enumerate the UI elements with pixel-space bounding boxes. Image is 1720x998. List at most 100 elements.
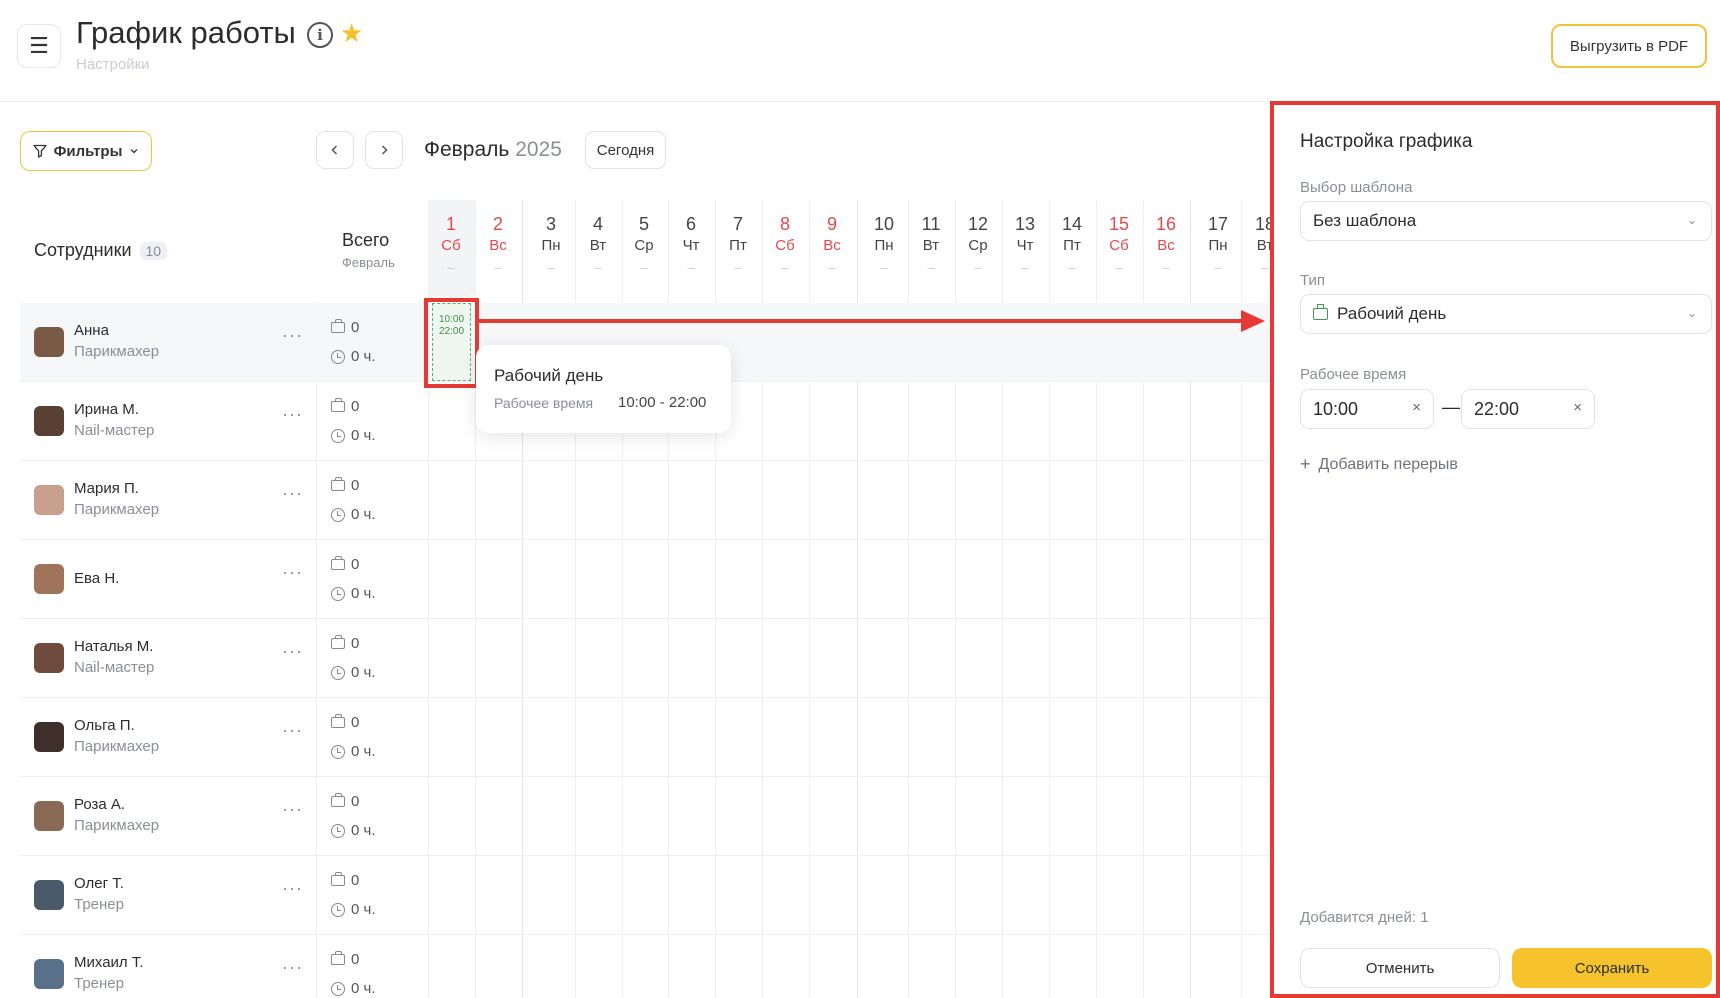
- more-icon[interactable]: ···: [282, 325, 303, 346]
- day-header-2[interactable]: 2 Вс –: [475, 212, 521, 275]
- day-header-5[interactable]: 5 Ср –: [621, 212, 667, 275]
- total-header-month: Февраль: [342, 255, 395, 270]
- shifts-stat: 0: [331, 793, 359, 810]
- shifts-stat: 0: [331, 319, 359, 336]
- employee-role: Парикмахер: [74, 738, 160, 755]
- day-header-1[interactable]: 1 Сб –: [428, 212, 474, 275]
- plus-icon: +: [1300, 454, 1311, 474]
- briefcase-icon: [331, 951, 345, 965]
- more-icon[interactable]: ···: [282, 641, 303, 662]
- employee-row[interactable]: Наталья М. Nail-мастер ··· 0 0 ч.: [20, 619, 1270, 698]
- hours-count: 0 ч.: [351, 980, 376, 997]
- more-icon[interactable]: ···: [282, 799, 303, 820]
- day-header-15[interactable]: 15 Сб –: [1096, 212, 1142, 275]
- employee-row[interactable]: Михаил Т. Тренер ··· 0 0 ч.: [20, 935, 1270, 998]
- next-month-button[interactable]: [365, 131, 403, 169]
- employee-row[interactable]: Мария П. Парикмахер ··· 0 0 ч.: [20, 461, 1270, 540]
- day-header-7[interactable]: 7 Пт –: [715, 212, 761, 275]
- star-icon[interactable]: ★: [340, 18, 363, 49]
- day-header-16[interactable]: 16 Вс –: [1143, 212, 1189, 275]
- tooltip-label: Рабочее время: [494, 395, 594, 411]
- day-header-14[interactable]: 14 Пт –: [1049, 212, 1095, 275]
- clock-icon: [331, 665, 345, 680]
- close-icon[interactable]: ×: [1412, 399, 1421, 416]
- time-end-input[interactable]: 22:00 ×: [1461, 389, 1595, 429]
- more-icon[interactable]: ···: [282, 957, 303, 978]
- day-weekday: Чт: [682, 237, 700, 254]
- employee-name: Наталья М.: [74, 638, 154, 655]
- day-placeholder: –: [974, 260, 982, 275]
- day-header-12[interactable]: 12 Ср –: [955, 212, 1001, 275]
- close-icon[interactable]: ×: [1573, 399, 1582, 416]
- breadcrumb[interactable]: Настройки: [76, 56, 150, 73]
- time-separator: —: [1442, 397, 1460, 417]
- filters-label: Фильтры: [53, 142, 123, 160]
- work-time-label: Рабочее время: [1300, 366, 1407, 383]
- day-header-13[interactable]: 13 Чт –: [1002, 212, 1048, 275]
- employee-role: Тренер: [74, 975, 124, 992]
- more-icon[interactable]: ···: [282, 562, 303, 583]
- more-icon[interactable]: ···: [282, 720, 303, 741]
- day-header-6[interactable]: 6 Чт –: [668, 212, 714, 275]
- export-pdf-button[interactable]: Выгрузить в PDF: [1551, 24, 1707, 68]
- day-weekday: Вт: [922, 237, 940, 254]
- day-header-9[interactable]: 9 Вс –: [809, 212, 855, 275]
- day-weekday: Сб: [1109, 237, 1129, 254]
- save-button[interactable]: Сохранить: [1512, 948, 1712, 988]
- shifts-stat: 0: [331, 872, 359, 889]
- day-placeholder: –: [1214, 260, 1222, 275]
- filter-icon: [32, 144, 47, 158]
- more-icon[interactable]: ···: [282, 404, 303, 425]
- hours-stat: 0 ч.: [331, 506, 376, 523]
- clock-icon: [331, 428, 345, 443]
- briefcase-icon: [331, 872, 345, 886]
- tooltip-value: 10:00 - 22:00: [618, 394, 707, 411]
- day-placeholder: –: [640, 260, 648, 275]
- hours-stat: 0 ч.: [331, 585, 376, 602]
- day-weekday: Чт: [1016, 237, 1034, 254]
- day-number: 14: [1061, 214, 1083, 234]
- day-number: 16: [1155, 214, 1177, 234]
- day-header-17[interactable]: 17 Пн –: [1195, 212, 1241, 275]
- employee-row[interactable]: Роза А. Парикмахер ··· 0 0 ч.: [20, 777, 1270, 856]
- employee-row[interactable]: Олег Т. Тренер ··· 0 0 ч.: [20, 856, 1270, 935]
- day-number: 5: [638, 214, 649, 234]
- clock-icon: [331, 902, 345, 917]
- tooltip-title: Рабочий день: [494, 366, 604, 385]
- prev-month-button[interactable]: [316, 131, 354, 169]
- briefcase-icon: [331, 793, 345, 807]
- day-weekday: Пн: [1208, 237, 1228, 254]
- info-icon[interactable]: i: [307, 22, 333, 48]
- month-label: Февраль 2025: [424, 138, 562, 162]
- employee-name: Анна: [74, 322, 109, 339]
- more-icon[interactable]: ···: [282, 483, 303, 504]
- day-header-10[interactable]: 10 Пн –: [861, 212, 907, 275]
- day-header-3[interactable]: 3 Пн –: [528, 212, 574, 275]
- day-weekday: Вс: [1157, 237, 1175, 254]
- filters-button[interactable]: Фильтры: [20, 131, 152, 171]
- today-button[interactable]: Сегодня: [585, 131, 666, 169]
- more-icon[interactable]: ···: [282, 878, 303, 899]
- shifts-count: 0: [351, 793, 360, 810]
- chevron-down-icon: ⌄: [1686, 306, 1697, 320]
- shifts-stat: 0: [331, 398, 359, 415]
- chevron-down-icon: ⌄: [1686, 213, 1697, 227]
- employee-row[interactable]: Ева Н. ··· 0 0 ч.: [20, 540, 1270, 619]
- day-header-11[interactable]: 11 Вт –: [908, 212, 954, 275]
- day-header-4[interactable]: 4 Вт –: [575, 212, 621, 275]
- shifts-count: 0: [351, 951, 360, 968]
- cancel-button[interactable]: Отменить: [1300, 948, 1500, 988]
- type-select[interactable]: Рабочий день ⌄: [1300, 294, 1712, 334]
- annotation-arrow-head: [1241, 310, 1265, 332]
- hours-stat: 0 ч.: [331, 822, 376, 839]
- template-select[interactable]: Без шаблона ⌄: [1300, 201, 1712, 241]
- add-break-button[interactable]: + Добавить перерыв: [1300, 454, 1458, 475]
- day-header-8[interactable]: 8 Сб –: [762, 212, 808, 275]
- time-start-input[interactable]: 10:00 ×: [1300, 389, 1434, 429]
- page-title: График работы: [76, 15, 296, 50]
- hours-stat: 0 ч.: [331, 348, 376, 365]
- menu-button[interactable]: ☰: [17, 24, 61, 68]
- employee-row[interactable]: Ольга П. Парикмахер ··· 0 0 ч.: [20, 698, 1270, 777]
- total-header: Всего: [342, 230, 390, 250]
- day-number: 1: [445, 214, 456, 234]
